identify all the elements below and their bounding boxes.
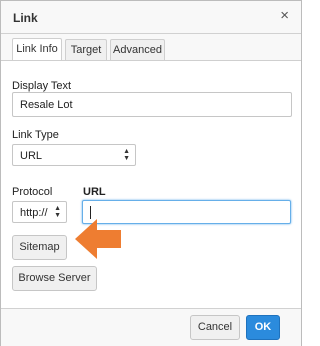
close-icon[interactable]: × bbox=[280, 8, 289, 24]
tab-bar: Link Info Target Advanced bbox=[1, 33, 301, 61]
browse-server-button[interactable]: Browse Server bbox=[12, 266, 97, 291]
dialog-footer: Cancel OK bbox=[1, 308, 301, 346]
display-text-field[interactable] bbox=[12, 92, 292, 117]
display-text-input[interactable] bbox=[13, 93, 291, 116]
link-type-select[interactable]: URL ▲ ▼ bbox=[12, 144, 136, 166]
text-cursor bbox=[90, 206, 91, 219]
ok-button[interactable]: OK bbox=[246, 315, 280, 340]
tab-target[interactable]: Target bbox=[65, 39, 107, 61]
select-arrows-icon: ▲ ▼ bbox=[54, 205, 61, 219]
url-label: URL bbox=[83, 186, 106, 198]
tab-advanced[interactable]: Advanced bbox=[110, 39, 165, 61]
dialog-title: Link bbox=[13, 11, 38, 25]
select-arrows-icon: ▲ ▼ bbox=[123, 148, 130, 162]
cancel-button[interactable]: Cancel bbox=[190, 315, 240, 340]
dialog-titlebar[interactable]: Link × bbox=[1, 1, 301, 34]
sitemap-button[interactable]: Sitemap bbox=[12, 235, 67, 260]
link-info-panel: Display Text Link Type URL ▲▼ Protocol h… bbox=[1, 61, 301, 308]
tab-link-info[interactable]: Link Info bbox=[12, 38, 62, 61]
protocol-value: http:// bbox=[20, 207, 48, 219]
orange-arrow-icon bbox=[75, 219, 121, 259]
link-type-label: Link Type bbox=[12, 129, 59, 141]
link-type-value: URL bbox=[20, 150, 43, 162]
display-text-label: Display Text bbox=[12, 80, 72, 92]
link-dialog: Link × Link Info Target Advanced Display… bbox=[0, 0, 302, 346]
protocol-select[interactable]: http:// ▲ ▼ bbox=[12, 201, 67, 223]
protocol-label: Protocol bbox=[12, 186, 53, 198]
